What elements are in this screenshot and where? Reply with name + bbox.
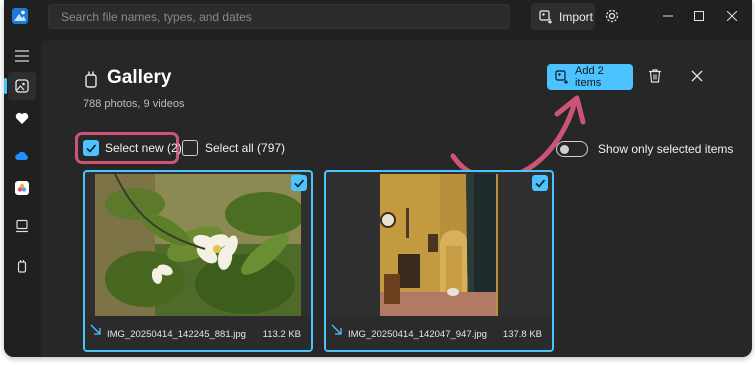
media-count: 788 photos, 9 videos xyxy=(83,98,185,110)
show-only-selected-label: Show only selected items xyxy=(598,142,734,156)
photo-card[interactable]: IMG_20250414_142245_881.jpg 113.2 KB xyxy=(83,170,313,352)
nav-this-pc[interactable] xyxy=(8,212,36,240)
page-title: Gallery xyxy=(107,67,172,88)
close-panel-icon[interactable] xyxy=(689,68,705,84)
gear-icon[interactable] xyxy=(604,8,620,24)
nav-favorites[interactable] xyxy=(8,104,36,132)
add-items-button[interactable]: Add 2 items xyxy=(547,64,633,90)
phone-icon xyxy=(17,260,27,273)
photos-window: Search file names, types, and dates Impo… xyxy=(4,0,752,357)
search-input[interactable]: Search file names, types, and dates xyxy=(48,4,510,29)
minimize-icon[interactable] xyxy=(658,6,678,26)
add-items-label: Add 2 items xyxy=(574,65,604,89)
item-selected-checkbox[interactable] xyxy=(532,175,548,191)
icloud-icon xyxy=(15,181,29,195)
nav-onedrive[interactable] xyxy=(8,142,36,170)
checkmark-icon xyxy=(86,144,97,153)
import-button[interactable]: Import xyxy=(531,3,595,30)
app-icon xyxy=(12,8,28,24)
card-footer: IMG_20250414_142245_881.jpg 113.2 KB xyxy=(85,316,311,350)
menu-icon[interactable] xyxy=(8,42,36,70)
select-new-label[interactable]: Select new (2) xyxy=(105,141,182,155)
photo-card[interactable]: IMG_20250414_142047_947.jpg 137.8 KB xyxy=(324,170,554,352)
maximize-icon[interactable] xyxy=(689,6,709,26)
heart-icon xyxy=(15,112,29,124)
nav-icloud[interactable] xyxy=(8,174,36,202)
import-label: Import xyxy=(559,9,594,24)
import-icon xyxy=(539,9,552,23)
show-only-selected-toggle[interactable] xyxy=(556,141,588,157)
file-name: IMG_20250414_142245_881.jpg xyxy=(107,329,246,340)
pc-icon xyxy=(16,219,28,233)
navigation-rail xyxy=(4,34,40,357)
file-size: 113.2 KB xyxy=(262,329,301,340)
add-items-icon xyxy=(555,70,568,84)
close-icon[interactable] xyxy=(722,6,742,26)
download-arrow-icon xyxy=(90,324,101,335)
select-all-checkbox[interactable] xyxy=(182,140,198,156)
item-selected-checkbox[interactable] xyxy=(291,175,307,191)
onedrive-icon xyxy=(15,151,28,160)
download-arrow-icon xyxy=(331,324,342,335)
toggle-knob xyxy=(560,145,569,154)
active-indicator xyxy=(4,78,7,94)
file-size: 137.8 KB xyxy=(502,329,542,340)
photo-thumbnail-frangipani xyxy=(95,174,301,316)
title-bar: Search file names, types, and dates Impo… xyxy=(4,0,752,34)
nav-gallery[interactable] xyxy=(8,72,36,100)
gallery-nav-icon xyxy=(15,79,29,93)
photo-thumbnail-doorway xyxy=(336,174,542,316)
file-name: IMG_20250414_142047_947.jpg xyxy=(348,329,487,340)
select-new-checkbox[interactable] xyxy=(83,140,99,156)
trash-icon[interactable] xyxy=(647,68,663,84)
select-all-label[interactable]: Select all (797) xyxy=(205,141,285,155)
nav-phone[interactable] xyxy=(8,252,36,280)
gallery-panel: Gallery 788 photos, 9 videos Add 2 items… xyxy=(41,40,752,357)
card-footer: IMG_20250414_142047_947.jpg 137.8 KB xyxy=(326,316,552,350)
phone-gallery-icon xyxy=(85,71,97,88)
